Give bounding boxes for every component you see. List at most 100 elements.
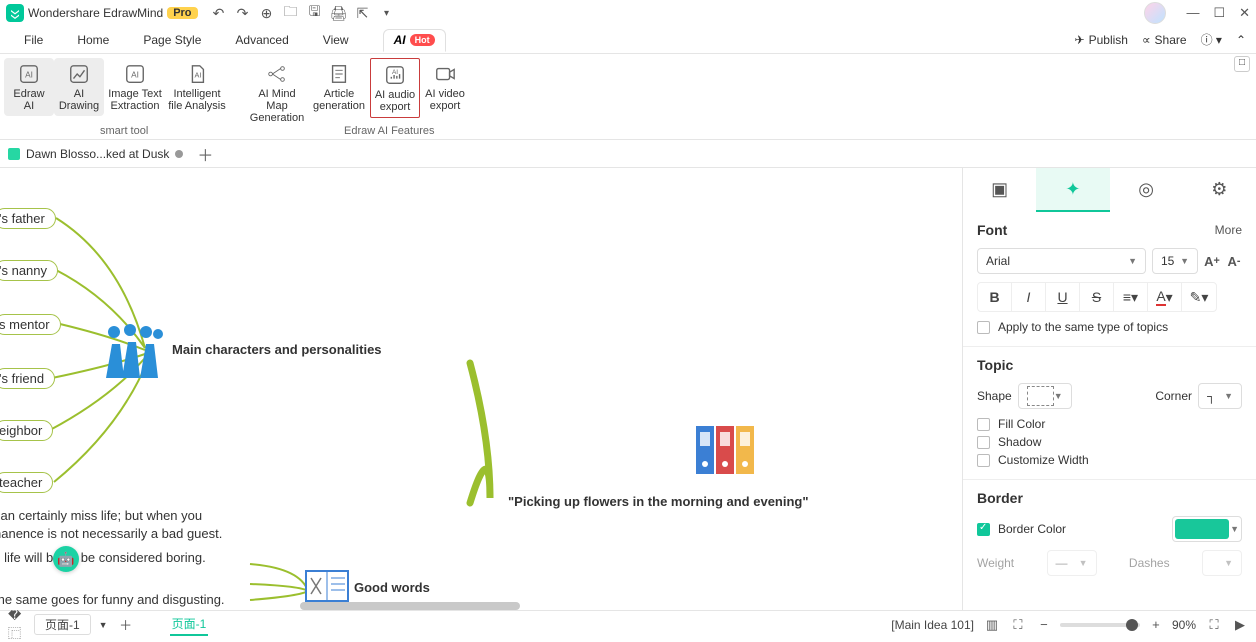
- mindmap-node[interactable]: 's nanny: [0, 260, 58, 281]
- print-icon[interactable]: 🖨: [330, 4, 348, 22]
- font-family-select[interactable]: Arial▼: [977, 248, 1146, 274]
- side-tab-style[interactable]: ▣: [963, 168, 1036, 212]
- menu-page-style[interactable]: Page Style: [143, 33, 201, 47]
- zoom-slider[interactable]: [1060, 623, 1140, 627]
- strikethrough-button[interactable]: S: [1080, 283, 1114, 311]
- shape-select[interactable]: ▼: [1018, 383, 1072, 409]
- paragraph-line: can certainly miss life; but when you: [0, 508, 202, 523]
- new-icon[interactable]: ⊕: [258, 4, 276, 22]
- binders-icon: [694, 424, 758, 476]
- underline-button[interactable]: U: [1046, 283, 1080, 311]
- central-topic[interactable]: "Picking up flowers in the morning and e…: [508, 494, 809, 509]
- publish-icon: ✈: [1075, 33, 1085, 47]
- collapse-ribbon-button[interactable]: ⌃: [1236, 33, 1246, 47]
- decrease-font-button[interactable]: A-: [1226, 253, 1242, 269]
- dashes-select[interactable]: ▼: [1202, 550, 1242, 576]
- user-avatar[interactable]: [1144, 2, 1166, 24]
- minimize-button[interactable]: —: [1186, 5, 1199, 21]
- tool-intelligent-file-analysis[interactable]: AI Intelligentfile Analysis: [166, 58, 228, 116]
- tool-edraw-ai[interactable]: AI EdrawAI: [4, 58, 54, 116]
- mindmap-node[interactable]: 's father: [0, 208, 56, 229]
- redo-icon[interactable]: ↷: [234, 4, 252, 22]
- zoom-in-button[interactable]: +: [1148, 617, 1164, 633]
- menu-file[interactable]: File: [24, 33, 43, 47]
- ribbon-group-smart-tool: smart tool: [100, 125, 148, 137]
- export-icon[interactable]: ⇱: [354, 4, 372, 22]
- italic-button[interactable]: I: [1012, 283, 1046, 311]
- checkbox-icon: [977, 321, 990, 334]
- border-color-checkbox[interactable]: Border Color: [977, 522, 1066, 536]
- border-color-select[interactable]: ▼: [1172, 516, 1242, 542]
- shape-label: Shape: [977, 389, 1012, 403]
- page-selector[interactable]: 页面-1 ▼: [34, 614, 108, 635]
- side-tab-ai[interactable]: ✦: [1036, 168, 1109, 212]
- svg-text:AI: AI: [392, 69, 398, 76]
- tool-ai-mindmap-generation[interactable]: AI Mind MapGeneration: [246, 58, 308, 128]
- outline-view-icon[interactable]: �⿸: [8, 617, 24, 633]
- zoom-out-button[interactable]: −: [1036, 617, 1052, 633]
- share-button[interactable]: ∝ Share: [1142, 33, 1187, 47]
- new-tab-button[interactable]: ＋: [197, 142, 213, 166]
- bold-button[interactable]: B: [978, 283, 1012, 311]
- font-size-select[interactable]: 15▼: [1152, 248, 1198, 274]
- menu-advanced[interactable]: Advanced: [235, 33, 288, 47]
- customize-width-checkbox[interactable]: Customize Width: [977, 453, 1242, 467]
- side-tab-settings[interactable]: ⚙: [1183, 168, 1256, 212]
- mindmap-node[interactable]: s mentor: [0, 314, 61, 335]
- add-page-button[interactable]: ＋: [118, 617, 134, 633]
- apply-same-type-checkbox[interactable]: Apply to the same type of topics: [977, 320, 1242, 334]
- font-more-link[interactable]: More: [1215, 223, 1242, 237]
- close-button[interactable]: ✕: [1239, 5, 1250, 21]
- svg-text:AI: AI: [25, 71, 33, 80]
- page-tab[interactable]: 页面-1: [170, 613, 209, 636]
- menu-view[interactable]: View: [323, 33, 349, 47]
- document-tabs: Dawn Blosso...ked at Dusk ＋: [0, 140, 1256, 168]
- publish-button[interactable]: ✈ Publish: [1075, 33, 1128, 47]
- shadow-checkbox[interactable]: Shadow: [977, 435, 1242, 449]
- tool-ai-video-export[interactable]: AI videoexport: [420, 58, 470, 116]
- font-color-button[interactable]: A▾: [1148, 283, 1182, 311]
- ribbon-panel-toggle[interactable]: □: [1234, 56, 1250, 72]
- tool-image-text-extraction[interactable]: AI Image TextExtraction: [104, 58, 166, 116]
- save-icon[interactable]: 🖫: [306, 4, 324, 22]
- side-tab-map[interactable]: ◎: [1110, 168, 1183, 212]
- canvas[interactable]: 's father 's nanny s mentor 's friend ei…: [0, 168, 962, 610]
- connector-lines: [0, 168, 962, 610]
- horizontal-scrollbar[interactable]: [300, 602, 520, 610]
- tool-ai-audio-export[interactable]: AI AI audioexport: [370, 58, 420, 118]
- floating-ai-button[interactable]: 🤖: [53, 546, 79, 572]
- increase-font-button[interactable]: A+: [1204, 253, 1220, 269]
- corner-select[interactable]: ┐▼: [1198, 383, 1242, 409]
- quick-access-toolbar: ↶ ↷ ⊕ 🗀 🖫 🖨 ⇱ ▾: [210, 4, 396, 22]
- zoom-controls: − + 90%: [1036, 617, 1196, 633]
- hot-badge: Hot: [410, 34, 435, 46]
- align-button[interactable]: ≡▾: [1114, 283, 1148, 311]
- file-analysis-icon: AI: [185, 62, 209, 86]
- qat-dropdown-icon[interactable]: ▾: [378, 4, 396, 22]
- mindmap-node[interactable]: eighbor: [0, 420, 53, 441]
- branch-label-main-characters[interactable]: Main characters and personalities: [172, 342, 382, 357]
- presentation-icon[interactable]: ▶: [1232, 617, 1248, 633]
- weight-select[interactable]: —▼: [1047, 550, 1097, 576]
- layout-view-icon[interactable]: ▥: [984, 617, 1000, 633]
- tool-ai-drawing[interactable]: AIDrawing: [54, 58, 104, 116]
- fill-color-checkbox[interactable]: Fill Color: [977, 417, 1242, 431]
- maximize-button[interactable]: ☐: [1213, 5, 1225, 21]
- tool-article-generation[interactable]: Articlegeneration: [308, 58, 370, 116]
- fullscreen-icon[interactable]: ⛶: [1206, 617, 1222, 633]
- section-title-topic: Topic: [977, 357, 1013, 373]
- undo-icon[interactable]: ↶: [210, 4, 228, 22]
- fit-view-icon[interactable]: ⛶: [1010, 617, 1026, 633]
- menu-ai[interactable]: AI Hot: [383, 29, 446, 52]
- corner-label: Corner: [1155, 389, 1192, 403]
- mindmap-node[interactable]: 's friend: [0, 368, 55, 389]
- document-tab[interactable]: Dawn Blosso...ked at Dusk: [8, 147, 183, 161]
- open-icon[interactable]: 🗀: [282, 4, 300, 22]
- menu-right: ✈ Publish ∝ Share ⓘ ▾ ⌃: [1075, 31, 1246, 48]
- edraw-ai-icon: AI: [17, 62, 41, 86]
- mindmap-node[interactable]: teacher: [0, 472, 53, 493]
- highlight-button[interactable]: ✎▾: [1182, 283, 1216, 311]
- help-button[interactable]: ⓘ ▾: [1201, 31, 1222, 48]
- branch-label-good-words[interactable]: Good words: [354, 580, 430, 595]
- menu-home[interactable]: Home: [77, 33, 109, 47]
